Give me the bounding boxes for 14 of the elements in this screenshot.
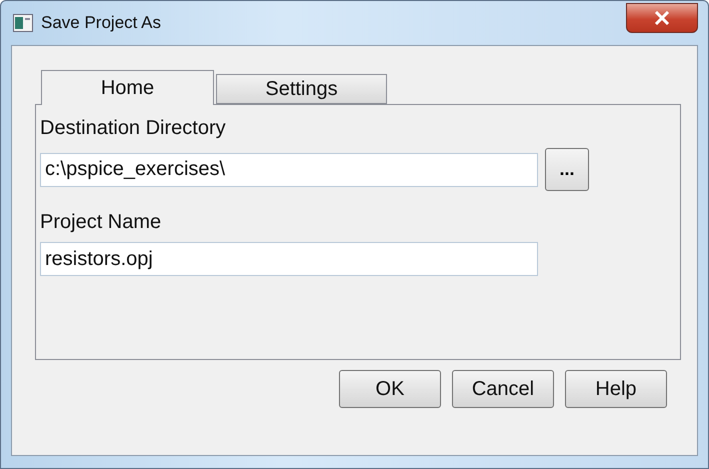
text-field[interactable]: resistors.opj (40, 242, 538, 276)
close-icon (654, 11, 670, 25)
tab[interactable]: Home (41, 70, 214, 105)
field-label: Project Name (40, 211, 162, 234)
dialog-button[interactable]: Help (565, 370, 667, 408)
text-field[interactable]: c:\pspice_exercises\ (40, 152, 538, 186)
window-title: Save Project As (41, 13, 162, 33)
close-button[interactable] (626, 3, 698, 33)
dialog-button[interactable]: Cancel (452, 370, 554, 408)
browse-button[interactable]: ... (545, 148, 589, 191)
field-label: Destination Directory (40, 117, 227, 140)
tab[interactable]: Settings (216, 74, 387, 104)
app-icon (13, 14, 33, 32)
dialog-button[interactable]: OK (339, 370, 441, 408)
